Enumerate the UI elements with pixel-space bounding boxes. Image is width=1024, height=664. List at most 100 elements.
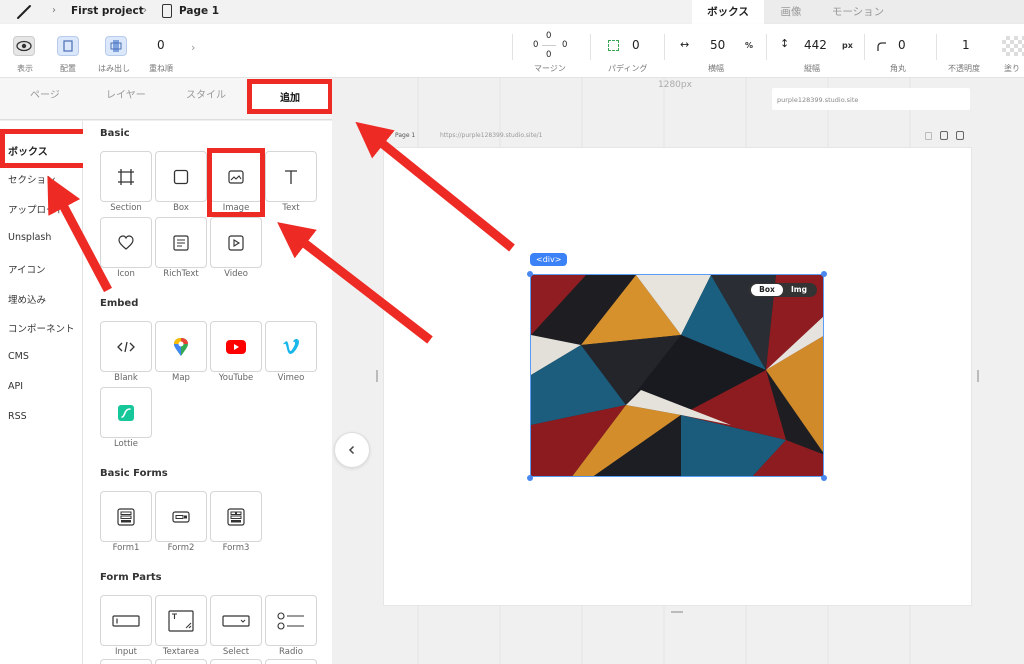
category-embed[interactable]: 埋め込み: [8, 292, 70, 306]
resize-handle[interactable]: [527, 475, 533, 481]
tab-add[interactable]: 追加: [247, 79, 333, 114]
resize-handle-bottom[interactable]: [671, 611, 683, 613]
width-unit[interactable]: %: [745, 41, 753, 50]
frame-page-name[interactable]: Page 1: [395, 132, 415, 139]
element-map[interactable]: [155, 321, 207, 372]
width-control[interactable]: ↔ 50 % 横幅: [678, 24, 758, 78]
tab-style[interactable]: スタイル: [186, 86, 226, 101]
pen-icon[interactable]: [15, 4, 35, 20]
resize-handle[interactable]: [821, 475, 827, 481]
checker-icon[interactable]: [1002, 36, 1024, 56]
position-control[interactable]: 配置: [57, 24, 87, 78]
category-cms[interactable]: CMS: [8, 351, 70, 362]
element-richtext[interactable]: [155, 217, 207, 268]
duplicate-icon[interactable]: [940, 131, 948, 140]
toggle-box[interactable]: Box: [751, 284, 783, 296]
element-icon[interactable]: [100, 217, 152, 268]
zindex-value[interactable]: 0: [157, 38, 165, 52]
fill-label: 塗り: [1004, 64, 1020, 73]
site-url-chip[interactable]: purple128399.studio.site: [772, 88, 970, 110]
element-lottie-label: Lottie: [113, 439, 139, 449]
tab-motion[interactable]: モーション: [818, 0, 898, 24]
breadcrumb-page[interactable]: Page 1: [179, 5, 219, 17]
breadcrumb-project[interactable]: First project: [71, 5, 144, 17]
element-form2[interactable]: [155, 491, 207, 542]
visibility-control[interactable]: 表示: [12, 24, 42, 78]
box-img-toggle[interactable]: Box Img: [749, 283, 817, 297]
overflow-icon[interactable]: [105, 36, 127, 56]
category-rss[interactable]: RSS: [8, 411, 70, 422]
category-component[interactable]: コンポーネント: [8, 321, 78, 335]
element-form3[interactable]: [210, 491, 262, 542]
category-icon[interactable]: アイコン: [8, 262, 70, 276]
canvas-area[interactable]: 1280px purple128399.studio.site Page 1 h…: [332, 78, 1024, 664]
width-label: 横幅: [708, 64, 724, 73]
trash-icon[interactable]: [925, 132, 932, 140]
padding-control[interactable]: 0 パディング: [604, 24, 654, 78]
margin-left[interactable]: 0: [533, 40, 538, 50]
element-textarea[interactable]: [155, 595, 207, 646]
category-api[interactable]: API: [8, 381, 70, 392]
element-text[interactable]: [265, 151, 317, 202]
top-bar: › First project › Page 1 ボックス 画像 モーション: [0, 0, 1024, 24]
height-label: 縦幅: [804, 64, 820, 73]
element-tag[interactable]: <div>: [530, 253, 568, 266]
category-upload[interactable]: アップロード: [8, 202, 70, 216]
element-video[interactable]: [210, 217, 262, 268]
element-input[interactable]: [100, 595, 152, 646]
element-radio[interactable]: [265, 595, 317, 646]
margin-right[interactable]: 0: [562, 40, 567, 50]
resize-handle[interactable]: [821, 271, 827, 277]
height-unit[interactable]: px: [842, 41, 853, 50]
element-more[interactable]: [100, 659, 152, 664]
resize-handle-right[interactable]: [977, 370, 979, 382]
resize-handle-left[interactable]: [376, 370, 378, 382]
category-section[interactable]: セクション: [8, 172, 70, 186]
element-lottie[interactable]: [100, 387, 152, 438]
tab-box[interactable]: ボックス: [692, 0, 764, 24]
margin-bottom[interactable]: 0: [546, 50, 551, 60]
category-box[interactable]: ボックス: [0, 129, 89, 168]
radius-value[interactable]: 0: [898, 38, 906, 52]
element-youtube[interactable]: [210, 321, 262, 372]
height-control[interactable]: ↕ 442 px 縦幅: [778, 24, 860, 78]
chevron-right-icon[interactable]: ›: [191, 41, 195, 54]
padding-value[interactable]: 0: [632, 38, 640, 52]
margin-control[interactable]: 0 0 0 0 マージン: [528, 24, 574, 78]
tab-layer[interactable]: レイヤー: [106, 86, 146, 101]
width-value[interactable]: 50: [710, 38, 725, 52]
element-more[interactable]: [210, 659, 262, 664]
chevron-left-icon: [348, 445, 355, 455]
toggle-img[interactable]: Img: [783, 284, 815, 296]
tab-add-label: 追加: [280, 93, 300, 104]
element-box[interactable]: [155, 151, 207, 202]
element-form1[interactable]: [100, 491, 152, 542]
zindex-control[interactable]: 0 重ね順: [148, 24, 178, 78]
site-url: purple128399.studio.site: [777, 96, 859, 104]
element-section[interactable]: [100, 151, 152, 202]
overflow-control[interactable]: はみ出し: [98, 24, 138, 78]
category-unsplash[interactable]: Unsplash: [8, 232, 70, 243]
resize-handle[interactable]: [527, 271, 533, 277]
height-value[interactable]: 442: [804, 38, 827, 52]
collapse-panel-button[interactable]: [334, 432, 370, 468]
selected-image[interactable]: Box Img: [530, 274, 824, 477]
tab-page[interactable]: ページ: [30, 86, 60, 101]
margin-top[interactable]: 0: [546, 31, 551, 41]
form2-icon: [156, 492, 206, 541]
eye-icon[interactable]: [13, 36, 35, 56]
opacity-value[interactable]: 1: [962, 38, 970, 52]
zindex-label: 重ね順: [149, 64, 173, 73]
element-more[interactable]: [265, 659, 317, 664]
opacity-control[interactable]: 1 不透明度: [944, 24, 992, 78]
add-page-icon[interactable]: [956, 131, 964, 140]
ruler-label: 1280px: [658, 80, 692, 90]
tab-image[interactable]: 画像: [764, 0, 818, 24]
element-blank[interactable]: [100, 321, 152, 372]
element-more[interactable]: [155, 659, 207, 664]
element-select[interactable]: [210, 595, 262, 646]
position-icon[interactable]: [57, 36, 79, 56]
fill-control[interactable]: 塗り: [1000, 24, 1024, 78]
element-vimeo[interactable]: [265, 321, 317, 372]
radius-control[interactable]: 0 角丸: [872, 24, 922, 78]
